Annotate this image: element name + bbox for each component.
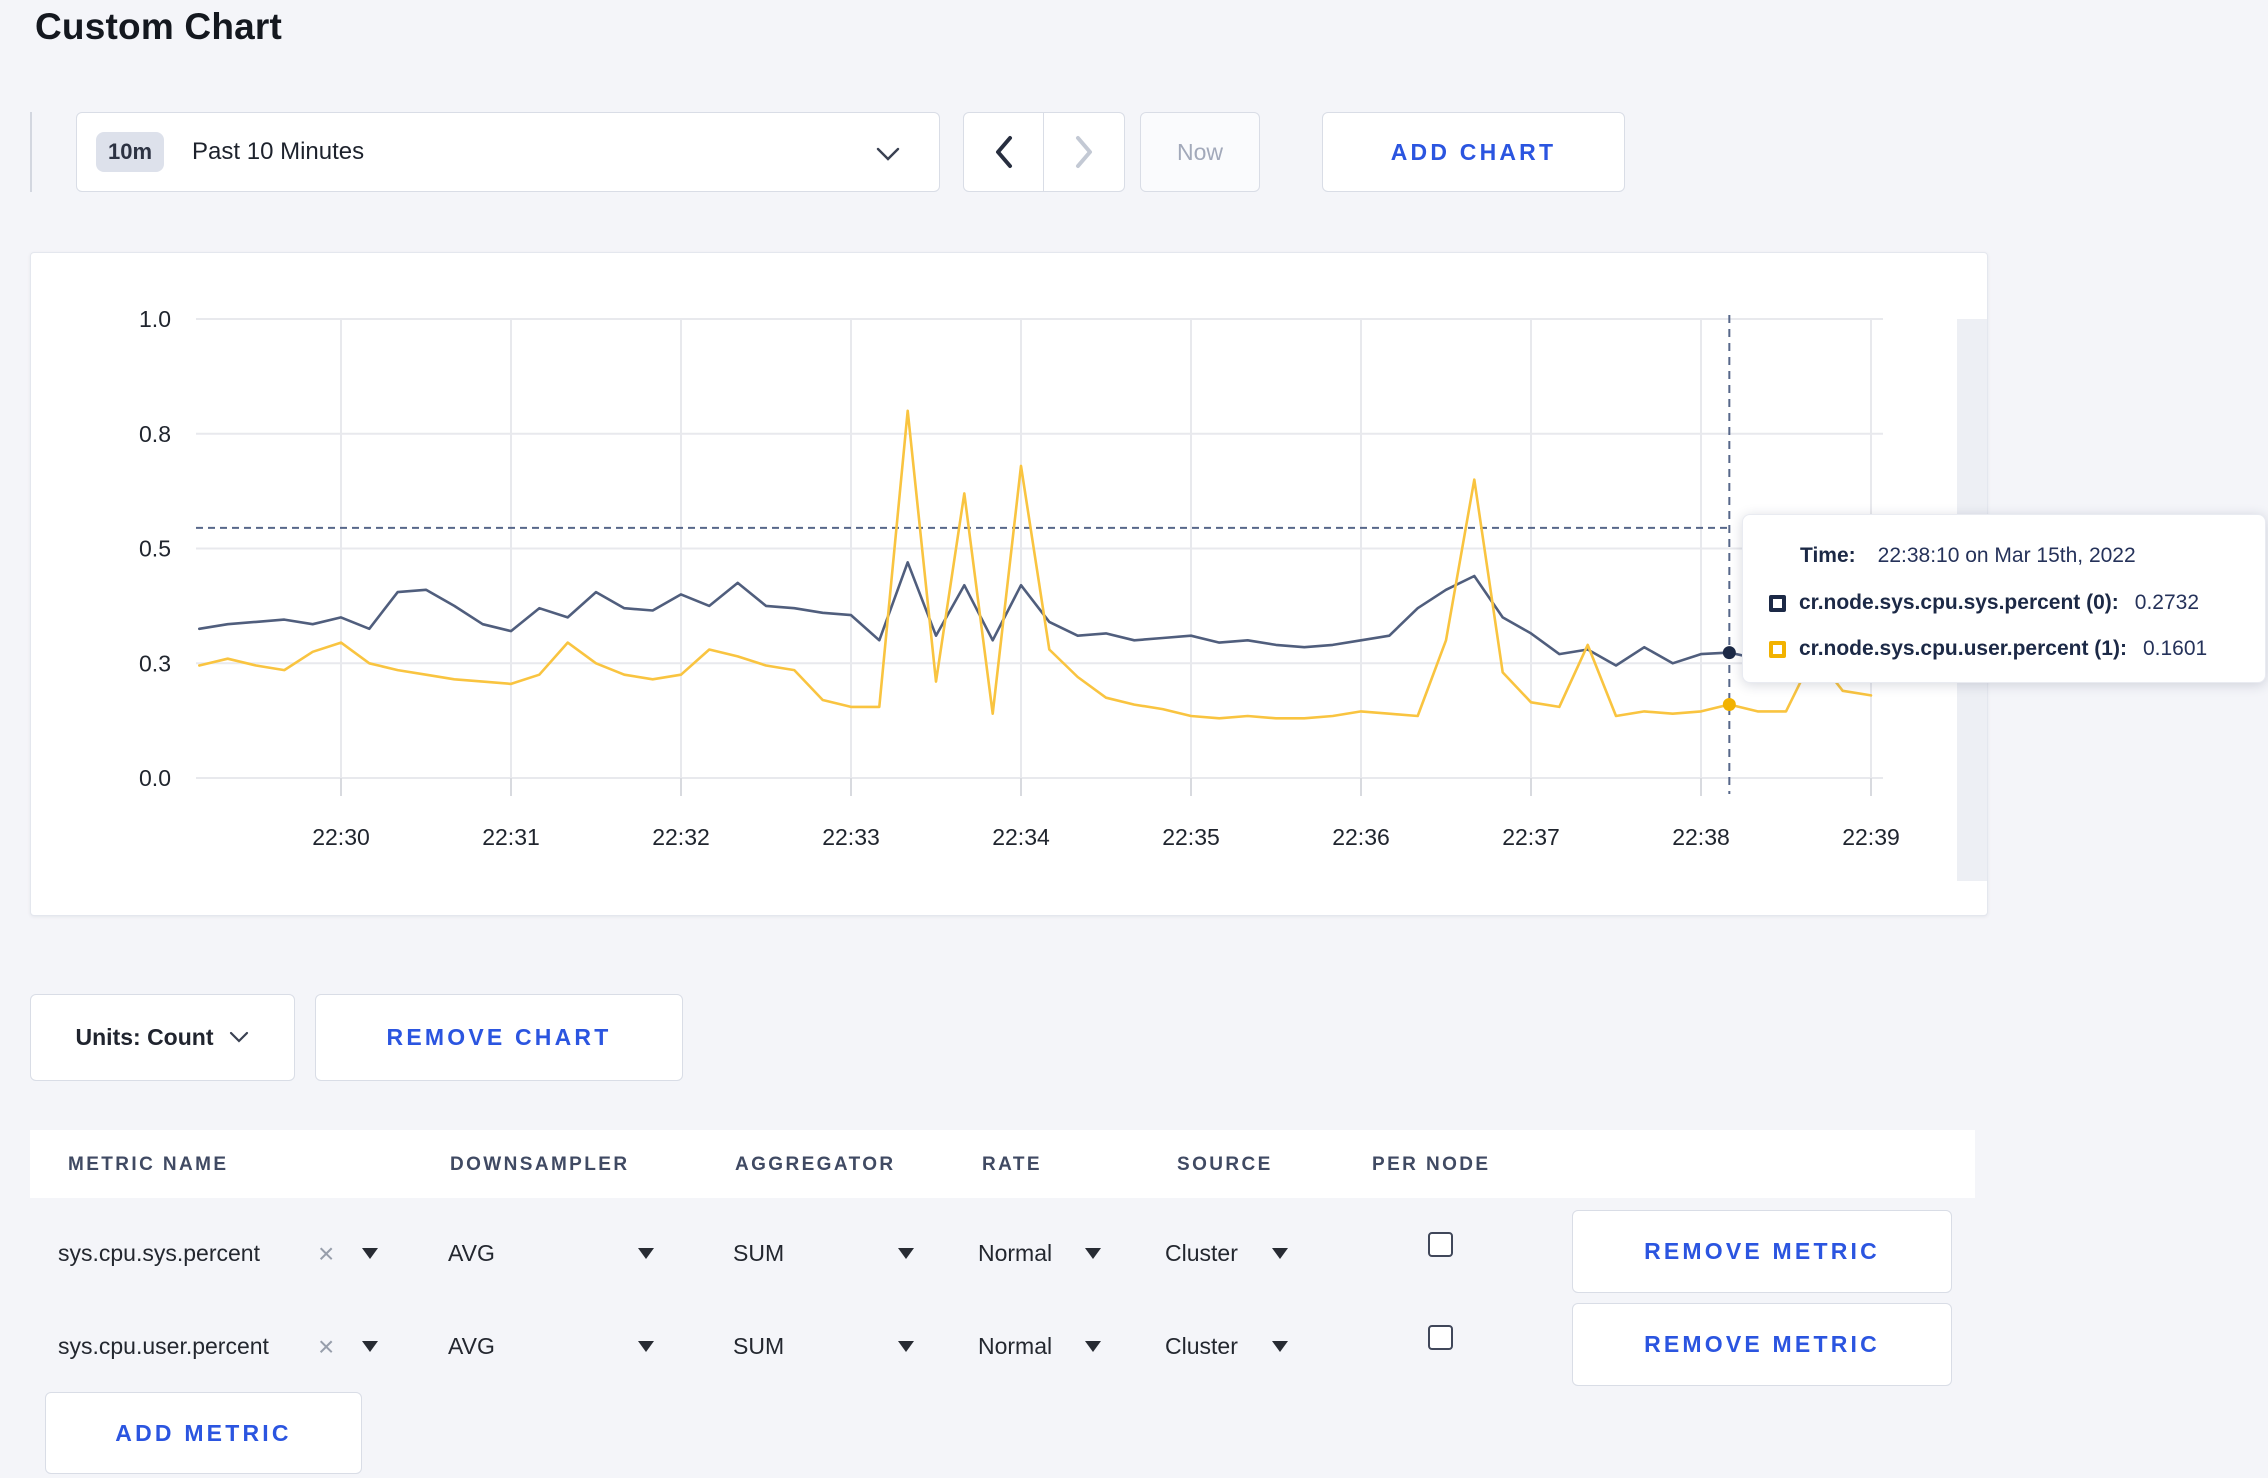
add-metric-button[interactable]: ADD METRIC [45,1392,362,1474]
units-select[interactable]: Units: Count [30,994,295,1081]
prev-time-button[interactable] [963,112,1044,192]
source-select[interactable]: Cluster [1165,1240,1238,1267]
per-node-checkbox[interactable] [1428,1325,1453,1350]
svg-text:22:30: 22:30 [312,824,370,850]
tooltip-series-value: 0.1601 [2142,637,2208,660]
source-caret-icon[interactable] [1272,1341,1288,1352]
downsampler-select[interactable]: AVG [448,1240,495,1267]
metrics-table-header: METRIC NAME DOWNSAMPLER AGGREGATOR RATE … [30,1130,1975,1198]
col-header-downsampler: DOWNSAMPLER [450,1154,630,1175]
tooltip-series-label: cr.node.sys.cpu.user.percent (1): [1799,637,2127,660]
time-range-label: Past 10 Minutes [192,138,365,165]
source-select[interactable]: Cluster [1165,1333,1238,1360]
svg-text:22:39: 22:39 [1842,824,1900,850]
chart-card: 0.0 0.3 0.5 0.8 1.0 22:30 22:31 22:32 22:33 22:34… [30,252,1988,916]
remove-chart-button[interactable]: REMOVE CHART [315,994,683,1081]
clear-metric-icon[interactable]: × [318,1240,334,1268]
chevron-right-icon [1076,136,1092,168]
col-header-source: SOURCE [1177,1154,1273,1175]
svg-text:22:34: 22:34 [992,824,1050,850]
tooltip-time-row: Time: 22:38:10 on Mar 15th, 2022 [1800,541,2265,571]
svg-text:22:33: 22:33 [822,824,880,850]
svg-text:0.0: 0.0 [139,765,171,791]
svg-text:22:38: 22:38 [1672,824,1730,850]
per-node-checkbox[interactable] [1428,1232,1453,1257]
clear-metric-icon[interactable]: × [318,1333,334,1361]
now-button[interactable]: Now [1140,112,1260,192]
add-chart-button[interactable]: ADD CHART [1322,112,1625,192]
svg-text:22:31: 22:31 [482,824,540,850]
series-swatch-icon [1769,640,1786,658]
custom-chart-page: Custom Chart 10m Past 10 Minutes Now ADD… [0,0,2268,1478]
rate-caret-icon[interactable] [1085,1248,1101,1259]
downsampler-caret-icon[interactable] [638,1248,654,1259]
remove-metric-button[interactable]: REMOVE METRIC [1572,1303,1952,1386]
svg-text:22:35: 22:35 [1162,824,1220,850]
svg-text:22:36: 22:36 [1332,824,1390,850]
time-range-badge: 10m [96,132,165,172]
aggregator-caret-icon[interactable] [898,1341,914,1352]
source-caret-icon[interactable] [1272,1248,1288,1259]
series-swatch-icon [1769,594,1786,612]
metric-name-caret-icon[interactable] [362,1341,378,1352]
svg-text:1.0: 1.0 [139,306,171,332]
time-nav-group [963,112,1125,192]
tooltip-time-label: Time: [1800,544,1856,567]
svg-text:0.5: 0.5 [139,536,171,562]
rate-caret-icon[interactable] [1085,1341,1101,1352]
downsampler-select[interactable]: AVG [448,1333,495,1360]
col-header-per-node: PER NODE [1372,1154,1491,1175]
next-time-button[interactable] [1044,112,1125,192]
page-title: Custom Chart [35,6,283,47]
col-header-metric-name: METRIC NAME [68,1154,229,1175]
time-range-select[interactable]: 10m Past 10 Minutes [76,112,940,192]
aggregator-select[interactable]: SUM [733,1333,784,1360]
chart-tooltip: Time: 22:38:10 on Mar 15th, 2022 cr.node… [1742,514,2266,683]
cpu-usage-chart-plot[interactable]: 0.0 0.3 0.5 0.8 1.0 22:30 22:31 22:32 22:33 22:34… [31,253,1987,915]
metric-name-caret-icon[interactable] [362,1248,378,1259]
svg-text:22:32: 22:32 [652,824,710,850]
units-label: Units: Count [75,1024,214,1050]
tooltip-time-value: 22:38:10 on Mar 15th, 2022 [1877,544,2136,567]
chevron-down-icon [876,147,900,161]
tooltip-series-row: cr.node.sys.cpu.sys.percent (0): 0.2732 [1769,588,2265,618]
svg-text:0.3: 0.3 [139,650,171,676]
chevron-left-icon [995,136,1012,168]
chevron-down-icon [230,1031,249,1043]
col-header-aggregator: AGGREGATOR [735,1154,896,1175]
metric-name-value[interactable]: sys.cpu.sys.percent [58,1240,260,1267]
tooltip-series-label: cr.node.sys.cpu.sys.percent (0): [1799,591,2119,614]
downsampler-caret-icon[interactable] [638,1341,654,1352]
toolbar-divider [30,112,32,192]
rate-select[interactable]: Normal [978,1333,1052,1360]
tooltip-series-value: 0.2732 [2134,591,2200,614]
aggregator-select[interactable]: SUM [733,1240,784,1267]
svg-text:22:37: 22:37 [1502,824,1560,850]
metric-name-value[interactable]: sys.cpu.user.percent [58,1333,269,1360]
rate-select[interactable]: Normal [978,1240,1052,1267]
svg-text:0.8: 0.8 [139,421,171,447]
col-header-rate: RATE [982,1154,1042,1175]
aggregator-caret-icon[interactable] [898,1248,914,1259]
remove-metric-button[interactable]: REMOVE METRIC [1572,1210,1952,1293]
tooltip-series-row: cr.node.sys.cpu.user.percent (1): 0.1601 [1769,634,2265,664]
